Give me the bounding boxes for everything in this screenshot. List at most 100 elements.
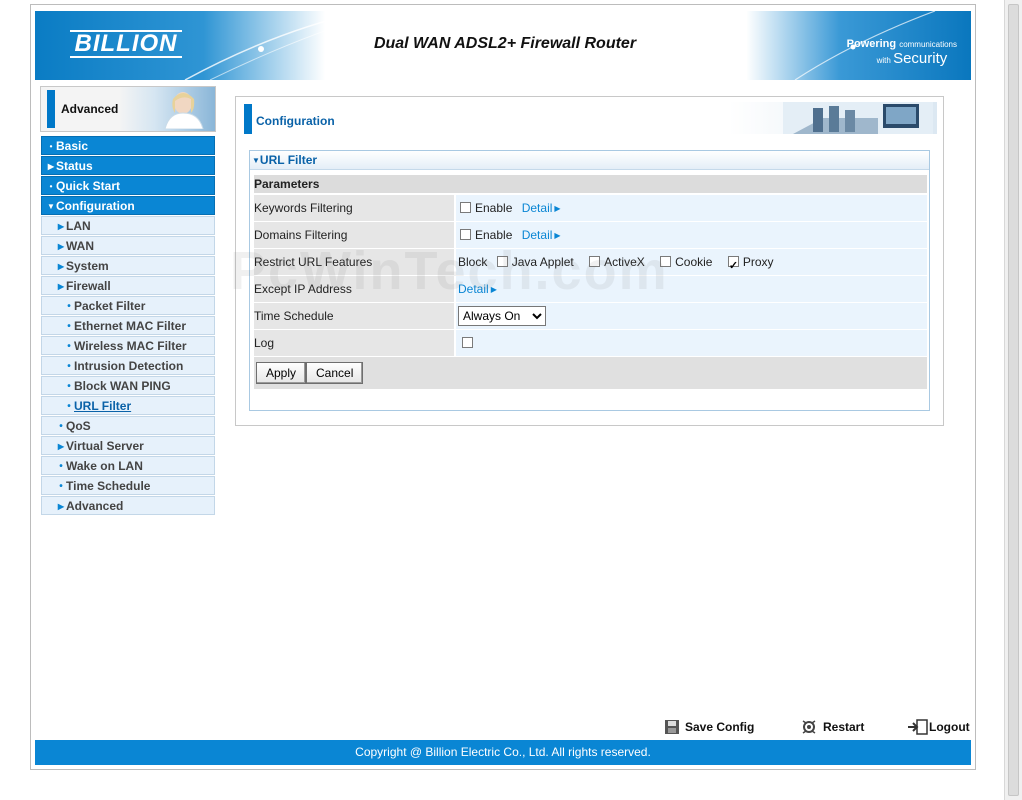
sidebar-nav: • Basic ▶ Status • Quick Start ▼Configurati…: [41, 136, 215, 516]
triangle-down-icon: ▼: [47, 202, 55, 211]
sidebar-item-qos[interactable]: • QoS: [41, 416, 215, 435]
triangle-right-icon: ▶: [57, 502, 65, 511]
sidebar-item-block-wan-ping[interactable]: • Block WAN PING: [41, 376, 215, 395]
sidebar-item-wan[interactable]: ▶ WAN: [41, 236, 215, 255]
parameters-label: Parameters: [254, 177, 320, 191]
bullet-icon: •: [67, 401, 71, 412]
tagline-with: with: [876, 56, 891, 65]
restrict-url-features-label: Restrict URL Features: [254, 249, 454, 275]
copyright-bar: Copyright @ Billion Electric Co., Ltd. A…: [35, 740, 971, 765]
copyright-text: Copyright @ Billion Electric Co., Ltd. A…: [355, 745, 651, 759]
cookie-checkbox[interactable]: [660, 256, 672, 267]
triangle-right-icon: ▶: [57, 442, 65, 451]
sidebar-item-label: Configuration: [56, 199, 135, 213]
bullet-icon: •: [59, 421, 63, 432]
sidebar-item-packet-filter[interactable]: • Packet Filter: [41, 296, 215, 315]
bullet-icon: •: [67, 301, 71, 312]
triangle-right-icon: ▶: [490, 285, 497, 294]
triangle-right-icon: ▶: [57, 262, 65, 271]
sidebar-item-label: Basic: [56, 139, 89, 153]
logout-button[interactable]: Logout: [907, 718, 970, 736]
sidebar-item-label: Intrusion Detection: [74, 359, 184, 373]
sidebar-item-label: Time Schedule: [66, 479, 151, 493]
detail-label: Detail: [521, 228, 553, 242]
domains-filtering-label: Domains Filtering: [254, 222, 454, 248]
product-title: Dual WAN ADSL2+ Firewall Router: [373, 35, 637, 52]
restart-label: Restart: [823, 720, 865, 734]
sidebar-item-advanced[interactable]: ▶ Advanced: [41, 496, 215, 515]
row-domains-filtering: Domains Filtering Enable Detail ▶: [254, 222, 927, 248]
sidebar-item-label: URL Filter: [74, 399, 132, 413]
billion-logo: BILLION: [70, 29, 182, 59]
scrollbar-thumb[interactable]: [1008, 4, 1019, 796]
sidebar-item-basic[interactable]: • Basic: [41, 136, 215, 155]
sidebar-item-label: Wake on LAN: [66, 459, 143, 473]
domains-detail-link[interactable]: Detail ▶: [522, 228, 561, 242]
domains-filtering-value: Enable Detail ▶: [456, 222, 927, 248]
sidebar-item-label: Virtual Server: [66, 439, 144, 453]
sidebar-item-virtual-server[interactable]: ▶ Virtual Server: [41, 436, 215, 455]
person-photo-icon: [164, 92, 204, 129]
sidebar-item-label: Block WAN PING: [74, 379, 171, 393]
tagline: Powering communications with Security: [847, 37, 957, 68]
sidebar-item-quick-start[interactable]: • Quick Start: [41, 176, 215, 195]
except-ip-detail-link[interactable]: Detail ▶: [458, 282, 497, 296]
mode-indicator: Advanced: [40, 86, 216, 132]
sidebar-item-wireless-mac-filter[interactable]: • Wireless MAC Filter: [41, 336, 215, 355]
activex-checkbox[interactable]: [589, 256, 601, 267]
row-keywords-filtering: Keywords Filtering Enable Detail ▶: [254, 195, 927, 221]
bullet-icon: •: [67, 321, 71, 332]
sidebar-item-wake-on-lan[interactable]: • Wake on LAN: [41, 456, 215, 475]
sidebar-item-status[interactable]: ▶ Status: [41, 156, 215, 175]
java-applet-label: Java Applet: [511, 255, 574, 269]
sidebar-item-configuration[interactable]: ▼Configuration: [41, 196, 215, 215]
panel-accent-bar: [244, 104, 252, 134]
panel-title-bar: Configuration: [244, 102, 937, 134]
panel-title: Configuration: [256, 114, 335, 128]
triangle-down-icon: ▼: [252, 156, 260, 165]
sidebar-item-label: Advanced: [66, 499, 124, 513]
cancel-button[interactable]: Cancel: [306, 362, 364, 384]
keywords-filtering-value: Enable Detail ▶: [456, 195, 927, 221]
row-time-schedule: Time Schedule Always On: [254, 303, 927, 329]
restart-button[interactable]: Restart: [801, 718, 864, 736]
bullet-icon: •: [67, 361, 71, 372]
sidebar-item-intrusion-detection[interactable]: • Intrusion Detection: [41, 356, 215, 375]
sidebar-item-label: System: [66, 259, 109, 273]
time-schedule-select[interactable]: Always On: [458, 305, 546, 326]
log-value: [456, 330, 927, 356]
time-schedule-value: Always On: [456, 303, 927, 329]
sidebar-item-label: LAN: [66, 219, 91, 233]
save-config-label: Save Config: [685, 720, 755, 734]
header-banner: BILLION Dual WAN ADSL2+ Firewall Router …: [35, 11, 971, 80]
vertical-scrollbar[interactable]: [1004, 0, 1022, 800]
enable-label: Enable: [475, 201, 513, 215]
bullet-icon: •: [49, 182, 53, 191]
log-checkbox[interactable]: [462, 337, 473, 348]
sidebar-item-firewall[interactable]: ▶ Firewall: [41, 276, 215, 295]
proxy-checkbox[interactable]: [727, 253, 739, 279]
enable-label: Enable: [475, 228, 513, 242]
restrict-url-features-value: Block Java Applet ActiveX Cookie Proxy: [456, 249, 927, 279]
domains-enable-checkbox[interactable]: [460, 229, 471, 240]
section-header[interactable]: ▼URL Filter: [250, 151, 929, 170]
sidebar-item-time-schedule[interactable]: • Time Schedule: [41, 476, 215, 495]
save-config-button[interactable]: Save Config: [664, 718, 754, 736]
row-log: Log: [254, 330, 927, 356]
apply-button[interactable]: Apply: [256, 362, 307, 384]
detail-label: Detail: [458, 282, 489, 296]
keywords-enable-checkbox[interactable]: [460, 202, 471, 213]
activex-label: ActiveX: [604, 255, 645, 269]
sidebar-item-label: QoS: [66, 419, 91, 433]
sidebar-item-lan[interactable]: ▶ LAN: [41, 216, 215, 235]
sidebar-item-ethernet-mac-filter[interactable]: • Ethernet MAC Filter: [41, 316, 215, 335]
keywords-detail-link[interactable]: Detail ▶: [522, 201, 561, 215]
tagline-security: Security: [893, 50, 948, 67]
sidebar-item-label: Quick Start: [56, 179, 121, 193]
sidebar-item-system[interactable]: ▶ System: [41, 256, 215, 275]
triangle-right-icon: ▶: [57, 282, 65, 291]
keywords-filtering-label: Keywords Filtering: [254, 195, 454, 221]
sidebar-item-url-filter[interactable]: • URL Filter: [41, 396, 215, 415]
sidebar-item-label: Packet Filter: [74, 299, 146, 313]
java-applet-checkbox[interactable]: [496, 256, 508, 267]
